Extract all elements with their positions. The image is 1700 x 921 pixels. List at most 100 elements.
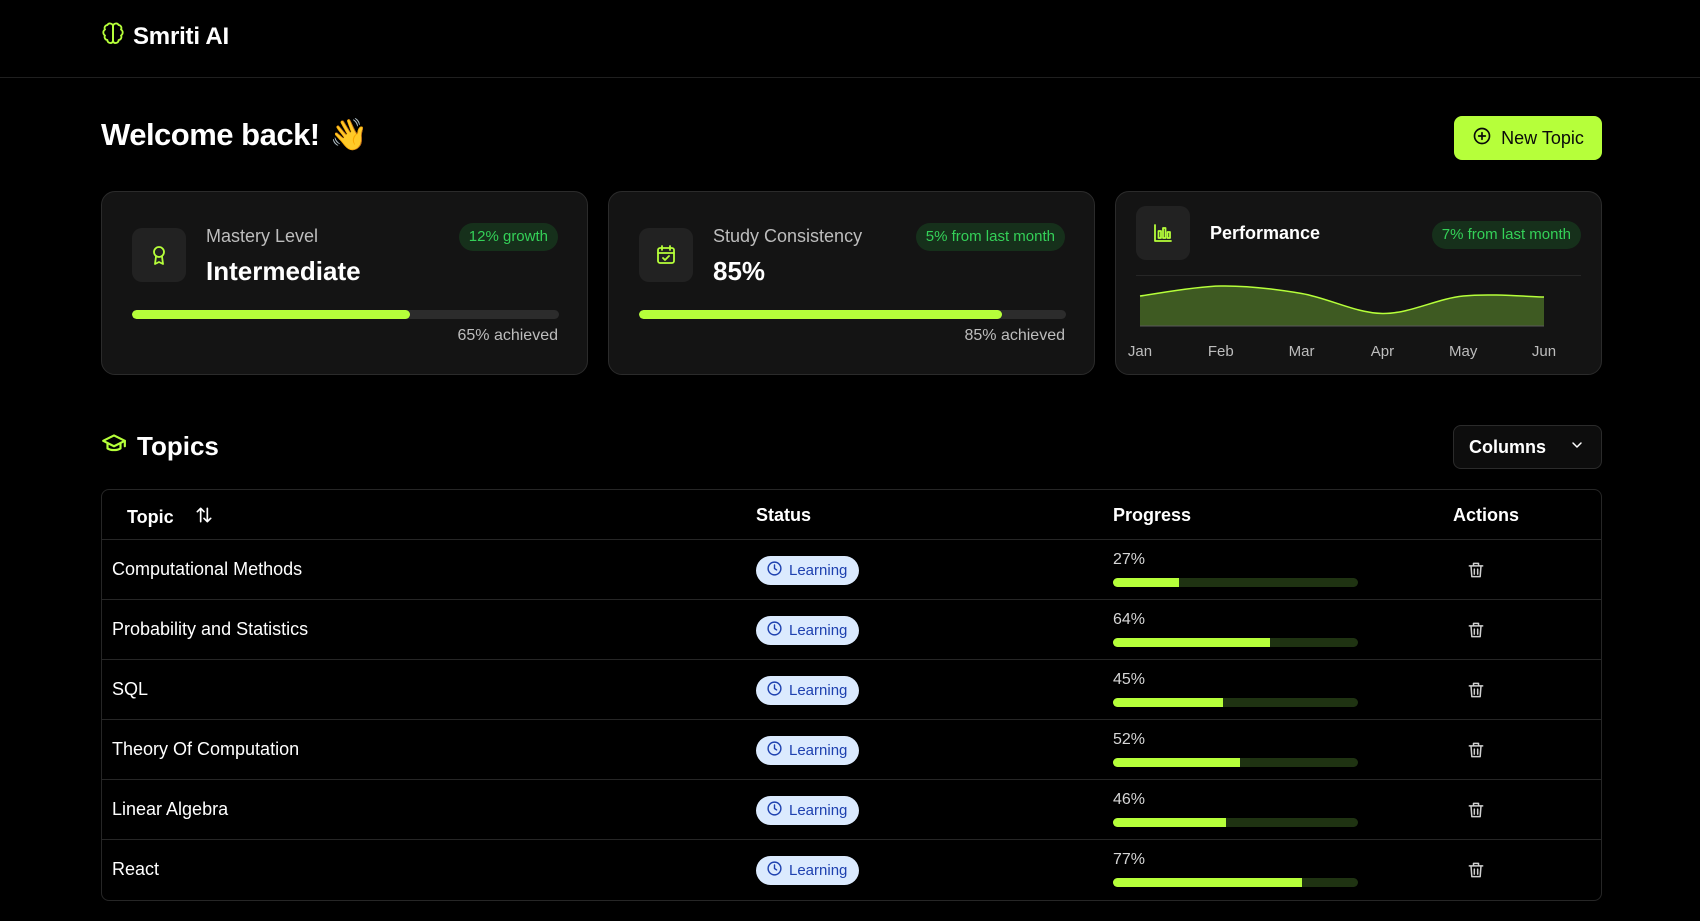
clock-icon	[766, 860, 783, 881]
graduation-cap-icon	[101, 430, 127, 463]
topic-name[interactable]: Theory Of Computation	[112, 739, 299, 760]
sort-icon[interactable]	[194, 505, 214, 530]
table-row: Computational Methods Learning 27%	[102, 540, 1601, 600]
columns-label: Columns	[1469, 436, 1547, 457]
clock-icon	[766, 800, 783, 821]
status-badge: Learning	[756, 856, 860, 885]
topic-name[interactable]: Probability and Statistics	[112, 619, 308, 640]
status-column-header: Status	[756, 505, 812, 525]
actions-column-header: Actions	[1453, 505, 1520, 525]
performance-badge: 7% from last month	[1431, 221, 1581, 249]
table-row: SQL Learning 45%	[102, 660, 1601, 720]
table-row: Theory Of Computation Learning 52%	[102, 720, 1601, 780]
clock-icon	[766, 560, 783, 581]
clock-icon	[766, 620, 783, 641]
progress-fill	[1113, 758, 1241, 767]
brand[interactable]: Smriti AI	[101, 22, 229, 51]
progress-percent: 77%	[1113, 851, 1146, 868]
topics-title: Topics	[137, 431, 219, 461]
progress-percent: 52%	[1113, 731, 1146, 748]
topics-table: Topic Status Progress Actions Computatio…	[101, 489, 1602, 901]
consistency-card: Study Consistency 85% 5% from last month…	[608, 191, 1095, 375]
progress-column-header: Progress	[1113, 505, 1192, 525]
plus-circle-icon	[1472, 126, 1492, 151]
top-bar: Smriti AI	[0, 0, 1700, 78]
mastery-badge: 12% growth	[458, 223, 558, 251]
delete-button[interactable]	[1466, 800, 1486, 820]
x-tick-label: Jan	[1128, 343, 1152, 360]
delete-button[interactable]	[1466, 620, 1486, 640]
waving-hand-icon: 👋	[329, 117, 369, 152]
progress-bar	[1113, 578, 1358, 587]
trash-icon	[1466, 862, 1486, 883]
trash-icon	[1466, 682, 1486, 703]
progress-fill	[1113, 878, 1302, 887]
topic-name[interactable]: React	[112, 859, 159, 880]
mastery-value: Intermediate	[206, 256, 361, 286]
consistency-progress-bar	[639, 310, 1066, 319]
status-badge: Learning	[756, 736, 860, 765]
clock-icon	[766, 740, 783, 761]
table-row: Linear Algebra Learning 46%	[102, 780, 1601, 840]
delete-button[interactable]	[1466, 860, 1486, 880]
progress-bar	[1113, 638, 1358, 647]
trash-icon	[1466, 802, 1486, 823]
status-badge: Learning	[756, 676, 860, 705]
performance-area	[1140, 285, 1544, 326]
x-tick-label: Jun	[1532, 343, 1556, 360]
mastery-note: 65% achieved	[457, 327, 558, 344]
chevron-down-icon	[1569, 437, 1585, 458]
progress-percent: 45%	[1113, 671, 1146, 688]
x-tick-label: Feb	[1208, 343, 1234, 360]
delete-button[interactable]	[1466, 740, 1486, 760]
new-topic-button[interactable]: New Topic	[1454, 116, 1602, 160]
status-badge: Learning	[756, 616, 860, 645]
topic-header-label: Topic	[127, 507, 174, 527]
mastery-progress-bar	[132, 310, 559, 319]
mastery-label: Mastery Level	[206, 226, 319, 246]
brain-icon	[101, 22, 125, 51]
status-label: Learning	[789, 622, 848, 639]
topic-name[interactable]: Linear Algebra	[112, 799, 228, 820]
status-label: Learning	[789, 682, 848, 699]
performance-label: Performance	[1210, 223, 1321, 243]
mastery-progress-fill	[132, 310, 410, 319]
progress-fill	[1113, 818, 1226, 827]
delete-button[interactable]	[1466, 560, 1486, 580]
performance-divider	[1136, 275, 1581, 276]
consistency-progress-fill	[639, 310, 1002, 319]
consistency-label: Study Consistency	[713, 226, 863, 246]
topic-name[interactable]: Computational Methods	[112, 559, 302, 580]
progress-bar	[1113, 818, 1358, 827]
status-label: Learning	[789, 562, 848, 579]
progress-bar	[1113, 878, 1358, 887]
columns-dropdown[interactable]: Columns	[1453, 425, 1602, 469]
topic-column-header[interactable]: Topic	[127, 505, 214, 530]
progress-bar	[1113, 758, 1358, 767]
progress-fill	[1113, 698, 1224, 707]
delete-button[interactable]	[1466, 680, 1486, 700]
x-tick-label: May	[1449, 343, 1478, 360]
table-row: React Learning 77%	[102, 840, 1601, 900]
status-badge: Learning	[756, 556, 860, 585]
consistency-value: 85%	[713, 256, 766, 286]
x-tick-label: Mar	[1289, 343, 1315, 360]
topic-name[interactable]: SQL	[112, 679, 148, 700]
trash-icon	[1466, 742, 1486, 763]
clock-icon	[766, 680, 783, 701]
mastery-card: Mastery Level Intermediate 12% growth 65…	[101, 191, 588, 375]
status-badge: Learning	[756, 796, 860, 825]
calendar-check-icon	[639, 228, 693, 282]
table-header: Topic Status Progress Actions	[102, 490, 1601, 540]
status-label: Learning	[789, 802, 848, 819]
consistency-badge: 5% from last month	[915, 223, 1065, 251]
progress-percent: 27%	[1113, 551, 1146, 568]
status-label: Learning	[789, 742, 848, 759]
progress-fill	[1113, 578, 1180, 587]
progress-percent: 46%	[1113, 791, 1146, 808]
table-body: Computational Methods Learning 27% Proba…	[102, 540, 1601, 900]
progress-fill	[1113, 638, 1270, 647]
welcome-text: Welcome back!	[101, 116, 320, 152]
progress-bar	[1113, 698, 1358, 707]
trash-icon	[1466, 562, 1486, 583]
